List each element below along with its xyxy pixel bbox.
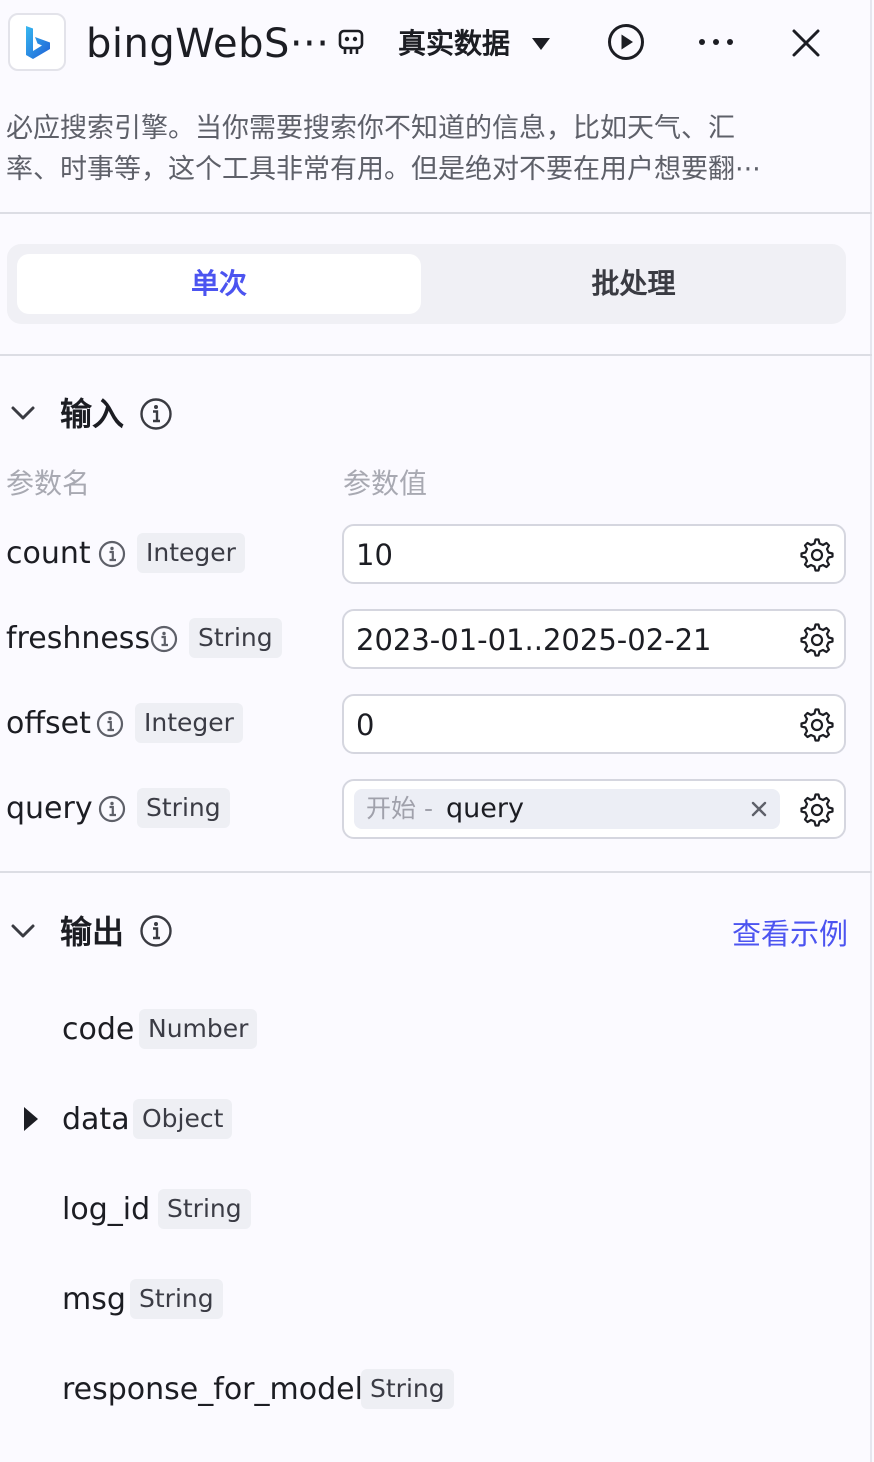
more-icon[interactable] xyxy=(696,30,736,54)
tool-description: 必应搜索引擎。当你需要搜索你不知道的信息，比如天气、汇 率、时事等，这个工具非常… xyxy=(6,108,856,190)
output-type-badge: String xyxy=(130,1279,223,1319)
description-line-1: 必应搜索引擎。当你需要搜索你不知道的信息，比如天气、汇 xyxy=(6,113,735,144)
data-source-select[interactable]: 真实数据 xyxy=(398,24,510,64)
param-name: freshness xyxy=(6,621,151,656)
info-icon[interactable] xyxy=(150,625,178,653)
tab-single[interactable]: 单次 xyxy=(17,254,421,314)
collapse-input-icon[interactable] xyxy=(10,402,36,424)
input-section-title: 输入 xyxy=(60,395,125,433)
divider xyxy=(0,871,872,873)
info-icon[interactable] xyxy=(98,540,126,568)
variable-source: 开始 - xyxy=(366,794,433,823)
param-value[interactable]: 2023-01-01..2025-02-21 xyxy=(356,611,712,669)
param-value-field[interactable]: 10 xyxy=(342,524,846,584)
output-field-name: code xyxy=(62,1012,135,1047)
output-field-name: data xyxy=(62,1102,130,1137)
gear-icon[interactable] xyxy=(800,708,834,742)
debug-icon[interactable] xyxy=(336,28,366,58)
close-icon[interactable] xyxy=(790,27,822,59)
panel-header: bingWebS··· 真实数据 xyxy=(0,0,872,88)
info-icon[interactable] xyxy=(139,914,173,948)
output-type-badge: String xyxy=(158,1189,251,1229)
collapse-output-icon[interactable] xyxy=(10,920,36,942)
output-type-badge: String xyxy=(361,1369,454,1409)
column-header-name: 参数名 xyxy=(6,467,91,500)
tool-title: bingWebS··· xyxy=(86,21,330,67)
output-type-badge: Object xyxy=(133,1099,233,1139)
param-value[interactable]: 0 xyxy=(356,696,374,754)
param-value[interactable]: 10 xyxy=(356,526,393,584)
param-value-field[interactable]: 0 xyxy=(342,694,846,754)
param-type-badge: Integer xyxy=(137,533,245,573)
column-header-value: 参数值 xyxy=(343,467,428,500)
divider xyxy=(0,212,872,214)
output-section-title: 输出 xyxy=(60,913,125,951)
param-name: count xyxy=(6,536,91,571)
output-type-badge: Number xyxy=(139,1009,258,1049)
param-name: query xyxy=(6,791,93,826)
output-field-name: msg xyxy=(62,1282,126,1317)
variable-reference-chip[interactable]: 开始 - query xyxy=(354,789,780,829)
param-name: offset xyxy=(6,706,91,741)
param-value-field[interactable]: 2023-01-01..2025-02-21 xyxy=(342,609,846,669)
info-icon[interactable] xyxy=(139,397,173,431)
view-example-link[interactable]: 查看示例 xyxy=(732,914,848,954)
tab-batch[interactable]: 批处理 xyxy=(431,254,836,314)
param-type-badge: Integer xyxy=(135,703,243,743)
output-field-name: log_id xyxy=(62,1192,151,1227)
chevron-down-icon[interactable] xyxy=(530,36,552,52)
gear-icon[interactable] xyxy=(800,623,834,657)
info-icon[interactable] xyxy=(96,710,124,738)
output-field-name: response_for_model xyxy=(62,1372,363,1407)
remove-icon[interactable] xyxy=(748,798,770,820)
bing-logo xyxy=(8,13,66,71)
gear-icon[interactable] xyxy=(800,538,834,572)
expand-icon[interactable] xyxy=(22,1106,40,1132)
bing-icon xyxy=(26,26,50,59)
param-type-badge: String xyxy=(137,788,230,828)
param-value-field[interactable]: 开始 - query xyxy=(342,779,846,839)
variable-name: query xyxy=(446,793,524,824)
run-icon[interactable] xyxy=(606,22,646,62)
info-icon[interactable] xyxy=(98,795,126,823)
param-type-badge: String xyxy=(189,618,282,658)
divider xyxy=(0,354,872,356)
run-mode-tabs: 单次 批处理 xyxy=(7,244,846,324)
description-line-2: 率、时事等，这个工具非常有用。但是绝对不要在用户想要翻··· xyxy=(6,154,761,185)
tool-debug-panel: bingWebS··· 真实数据 必应搜索引擎。当你需要搜索你不知道的信息，比如… xyxy=(0,0,872,1462)
gear-icon[interactable] xyxy=(800,793,834,827)
